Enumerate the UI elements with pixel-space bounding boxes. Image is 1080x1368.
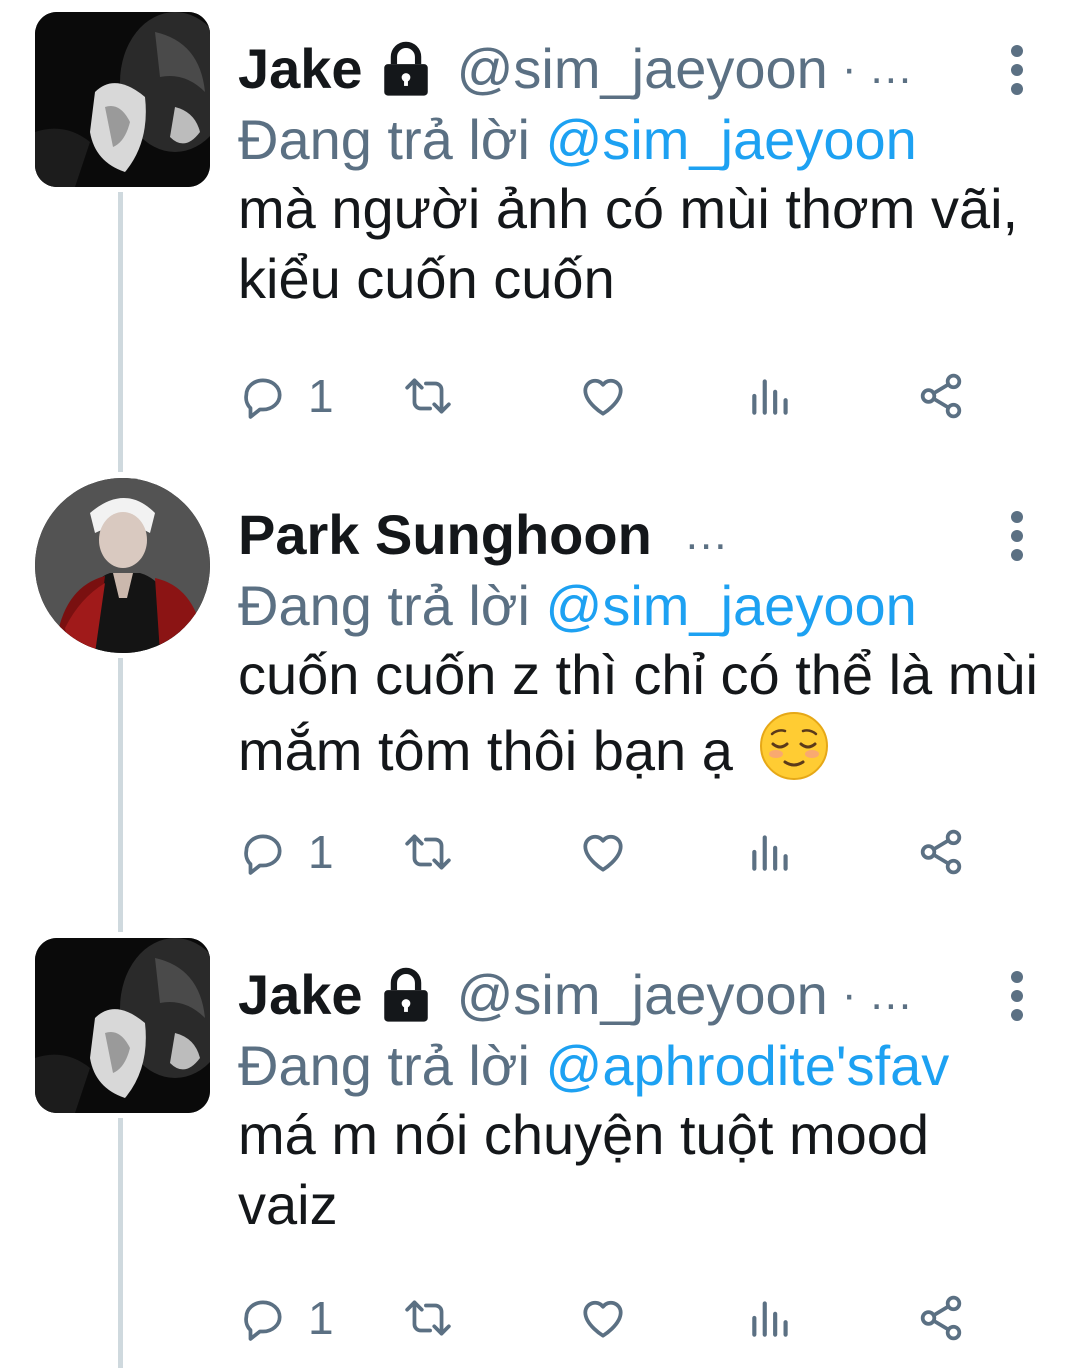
truncation-ellipsis: ...: [685, 510, 729, 559]
analytics-icon: [752, 1301, 788, 1337]
user-handle[interactable]: @sim_jaeyoon: [457, 34, 828, 104]
analytics-button[interactable]: [746, 1290, 796, 1346]
more-vertical-icon[interactable]: [1006, 508, 1028, 564]
analytics-button[interactable]: [746, 824, 796, 880]
display-name[interactable]: Park Sunghoon: [238, 500, 652, 570]
replying-to: Đang trả lời @sim_jaeyoon: [238, 570, 917, 642]
replying-to: Đang trả lời @aphrodite'sfav: [238, 1030, 949, 1102]
reply-button[interactable]: 1: [238, 1290, 334, 1346]
replying-to-label: Đang trả lời: [238, 574, 530, 637]
like-button[interactable]: [578, 1290, 628, 1346]
truncation-ellipsis: ...: [870, 970, 914, 1019]
tweet[interactable]: Park Sunghoon ... Đang trả lời @sim_jaey…: [0, 478, 1080, 918]
action-bar: 1: [238, 362, 998, 432]
reply-icon: [244, 378, 282, 419]
separator-dot: ·: [841, 44, 857, 93]
replying-to-label: Đang trả lời: [238, 1034, 530, 1097]
user-handle[interactable]: @sim_jaeyoon: [457, 960, 828, 1030]
share-button[interactable]: [916, 824, 966, 880]
analytics-icon: [752, 379, 788, 415]
display-name[interactable]: Jake: [238, 960, 363, 1030]
share-icon: [920, 373, 962, 419]
retweet-button[interactable]: [403, 824, 453, 880]
retweet-icon: [405, 834, 451, 870]
tweet[interactable]: Jake @sim_jaeyoon · ... Đang trả lời @ap…: [0, 938, 1080, 1368]
share-icon: [920, 829, 962, 875]
retweet-button[interactable]: [403, 1290, 453, 1346]
more-vertical-icon[interactable]: [1006, 42, 1028, 98]
analytics-button[interactable]: [746, 368, 796, 424]
mention-link[interactable]: @sim_jaeyoon: [546, 108, 917, 171]
reply-button[interactable]: 1: [238, 824, 334, 880]
reply-button[interactable]: 1: [238, 368, 334, 424]
relieved-face-emoji: [760, 712, 829, 780]
like-button[interactable]: [578, 368, 628, 424]
reply-count: 1: [308, 1292, 334, 1344]
tweet[interactable]: Jake @sim_jaeyoon · ... Đang trả lời @si…: [0, 12, 1080, 462]
action-bar: 1: [238, 818, 998, 888]
tweet-text: mà người ảnh có mùi thơm vãi, kiểu cuốn …: [238, 177, 1019, 310]
tweet-header: Jake @sim_jaeyoon · ...: [238, 960, 980, 1030]
retweet-button[interactable]: [403, 368, 453, 424]
tweet-header: Park Sunghoon ...: [238, 500, 980, 570]
reply-count: 1: [308, 370, 334, 422]
lock-icon: [383, 41, 428, 96]
share-icon: [920, 1295, 962, 1341]
avatar[interactable]: [35, 12, 210, 187]
mention-link[interactable]: @aphrodite'sfav: [546, 1034, 950, 1097]
share-button[interactable]: [916, 1290, 966, 1346]
heart-icon: [583, 834, 623, 872]
tweet-text: cuốn cuốn z thì chỉ có thể là mùi mắm tô…: [238, 640, 1038, 786]
truncation-ellipsis: ...: [870, 44, 914, 93]
share-button[interactable]: [916, 368, 966, 424]
replying-to-label: Đang trả lời: [238, 108, 530, 171]
tweet-header: Jake @sim_jaeyoon · ...: [238, 34, 980, 104]
reply-icon: [244, 1300, 282, 1341]
analytics-icon: [752, 835, 788, 871]
like-button[interactable]: [578, 824, 628, 880]
mention-link[interactable]: @sim_jaeyoon: [546, 574, 917, 637]
more-vertical-icon[interactable]: [1006, 968, 1028, 1024]
reply-icon: [244, 834, 282, 875]
replying-to: Đang trả lời @sim_jaeyoon: [238, 104, 917, 176]
action-bar: 1: [238, 1284, 998, 1354]
display-name[interactable]: Jake: [238, 34, 363, 104]
retweet-icon: [405, 378, 451, 414]
tweet-text-content: cuốn cuốn z thì chỉ có thể là mùi mắm tô…: [238, 643, 1038, 782]
heart-icon: [583, 1300, 623, 1338]
lock-icon: [383, 967, 428, 1022]
heart-icon: [583, 378, 623, 416]
reply-count: 1: [308, 826, 334, 878]
avatar[interactable]: [35, 478, 210, 653]
tweet-text: má m nói chuyện tuột mood vaiz: [238, 1103, 930, 1236]
avatar[interactable]: [35, 938, 210, 1113]
separator-dot: ·: [841, 970, 857, 1019]
retweet-icon: [405, 1300, 451, 1336]
